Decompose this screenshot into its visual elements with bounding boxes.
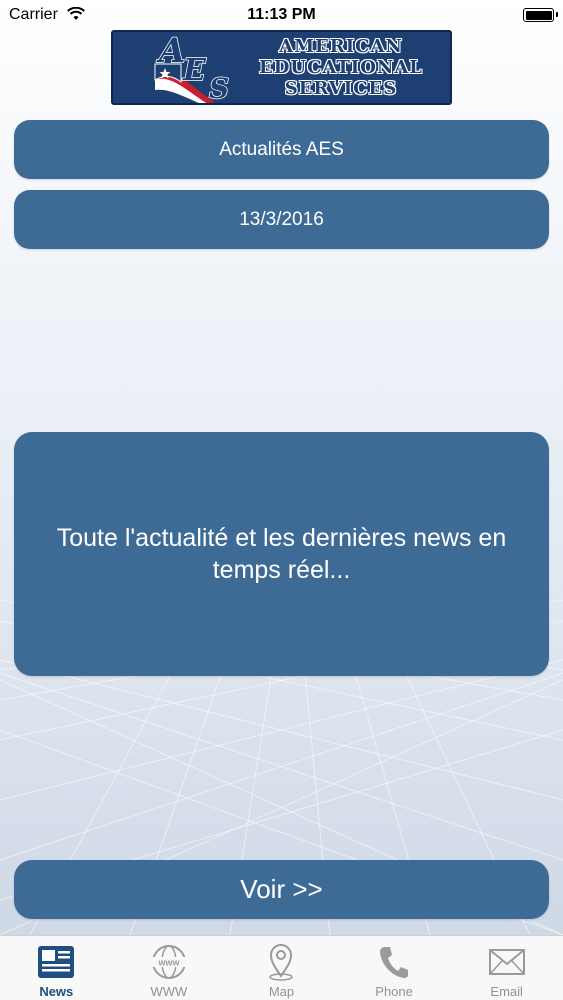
battery-icon [523,8,558,22]
news-title: Actualités AES [219,138,344,160]
monogram-s: S [209,72,229,104]
monogram-a: A [156,34,185,71]
aes-monogram-logo: A E S [154,34,230,104]
voir-button[interactable]: Voir >> [14,860,549,919]
envelope-icon [487,942,527,982]
tab-email-label: Email [490,984,523,999]
logo-line-1: AMERICAN [279,36,403,57]
news-date: 13/3/2016 [239,208,324,230]
svg-text:www: www [157,958,180,968]
aes-logo: A E S AMERICAN EDUCATIONAL SERVICES [111,30,452,105]
tab-map-label: Map [268,984,295,999]
news-description: Toute l'actualité et les dernières news … [56,524,507,584]
status-bar: Carrier 11:13 PM [0,0,563,30]
tab-bar: News www WWW Map Phone Email [0,935,563,1000]
news-description-box: Toute l'actualité et les dernières news … [14,432,549,676]
battery-level-fill [525,10,552,20]
tab-www[interactable]: www WWW [113,936,226,1000]
tab-www-label: WWW [150,984,188,999]
tab-news[interactable]: News [0,936,113,1000]
logo-wordmark: AMERICAN EDUCATIONAL SERVICES [241,36,441,99]
logo-line-3: SERVICES [284,78,398,99]
phone-icon [374,942,414,982]
news-title-banner: Actualités AES [14,120,549,179]
tab-news-label: News [39,984,74,999]
tab-email[interactable]: Email [450,936,563,1000]
voir-button-label: Voir >> [240,874,323,904]
monogram-e: E [182,53,207,88]
tab-map[interactable]: Map [225,936,338,1000]
globe-icon: www [149,942,189,982]
tab-phone-label: Phone [375,984,413,999]
map-pin-icon [261,942,301,982]
newspaper-icon [36,942,76,982]
news-date-banner: 13/3/2016 [14,190,549,249]
tab-phone[interactable]: Phone [338,936,451,1000]
clock-time: 11:13 PM [247,6,316,23]
logo-line-2: EDUCATIONAL [259,57,423,78]
